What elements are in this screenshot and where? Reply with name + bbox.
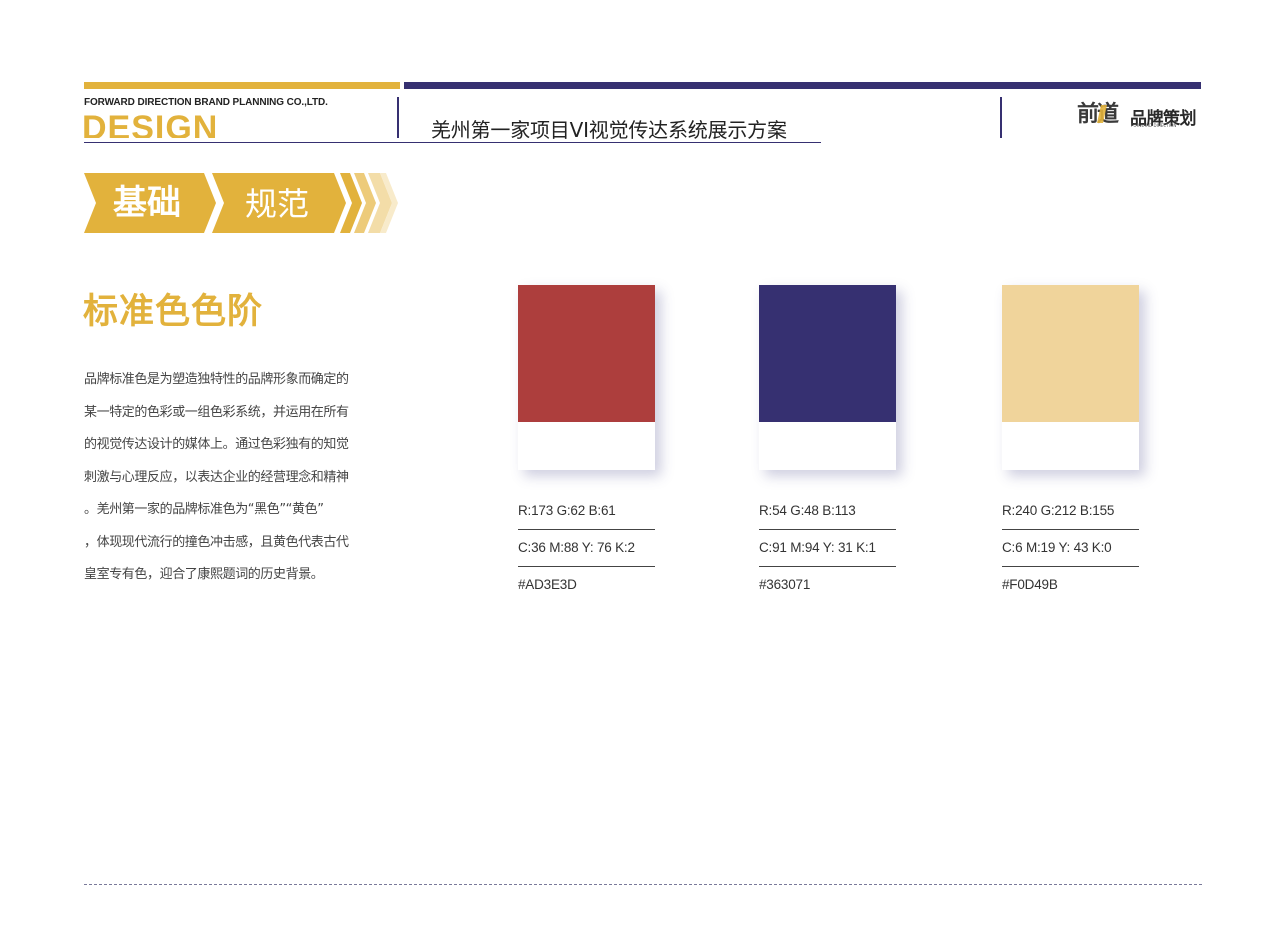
description-line: 某一特定的色彩或一组色彩系统，并运用在所有 [84, 404, 349, 420]
color-info-navy: R:54 G:48 B:113 C:91 M:94 Y: 31 K:1 #363… [759, 493, 899, 603]
rgb-value: R:240 G:212 B:155 [1002, 503, 1115, 518]
logo-main-text: 前道 [1077, 102, 1119, 127]
project-title: 羌州第一家项目VI视觉传达系统展示方案 [431, 118, 787, 142]
rgb-value: R:54 G:48 B:113 [759, 503, 856, 518]
swatch-fill [759, 285, 896, 422]
cmyk-value: C:6 M:19 Y: 43 K:0 [1002, 540, 1112, 555]
description-line: 。羌州第一家的品牌标准色为“黑色”“黄色” [84, 502, 324, 517]
design-word: DESIGN [82, 109, 219, 138]
header-navy-bar [404, 82, 1201, 89]
header-divider-right [1000, 97, 1002, 138]
description-line: 刺激与心理反应，以表达企业的经营理念和精神 [84, 469, 349, 485]
description-line: 的视觉传达设计的媒体上。通过色彩独有的知觉 [84, 437, 349, 452]
description-line: 皇室专有色，迎合了康熙题词的历史背景。 [84, 567, 324, 582]
swatch-fill [518, 285, 655, 422]
banner-label-basic: 基础 [113, 183, 181, 223]
rgb-value: R:173 G:62 B:61 [518, 503, 616, 518]
description-line: 品牌标准色是为塑造独特性的品牌形象而确定的 [84, 372, 349, 387]
footer-dotted-rule [84, 884, 1202, 885]
banner-label-spec: 规范 [245, 185, 310, 223]
hex-value: #363071 [759, 577, 811, 592]
color-swatch-gold [1002, 285, 1139, 470]
design-word-clip: DESIGN [82, 108, 282, 138]
cmyk-value: C:36 M:88 Y: 76 K:2 [518, 540, 635, 555]
swatch-fill [1002, 285, 1139, 422]
color-info-gold: R:240 G:212 B:155 C:6 M:19 Y: 43 K:0 #F0… [1002, 493, 1142, 603]
company-name: FORWARD DIRECTION BRAND PLANNING CO.,LTD… [84, 97, 328, 108]
title-underline [84, 142, 821, 143]
section-description: 品牌标准色是为塑造独特性的品牌形象而确定的 某一特定的色彩或一组色彩系统，并运用… [84, 364, 369, 592]
color-swatch-red [518, 285, 655, 470]
color-swatch-navy [759, 285, 896, 470]
section-title: 标准色色阶 [83, 292, 264, 332]
cmyk-value: C:91 M:94 Y: 31 K:1 [759, 540, 876, 555]
hex-value: #AD3E3D [518, 577, 577, 592]
hex-value: #F0D49B [1002, 577, 1058, 592]
brand-logo: 前道 品牌策划 FORWARD DIRECTION [1077, 101, 1203, 131]
logo-tagline: FORWARD DIRECTION [1131, 123, 1177, 128]
description-line: ，体现现代流行的撞色冲击感，且黄色代表古代 [84, 534, 349, 550]
header-divider-left [397, 97, 399, 138]
color-info-red: R:173 G:62 B:61 C:36 M:88 Y: 76 K:2 #AD3… [518, 493, 658, 603]
header-gold-bar [84, 82, 400, 89]
